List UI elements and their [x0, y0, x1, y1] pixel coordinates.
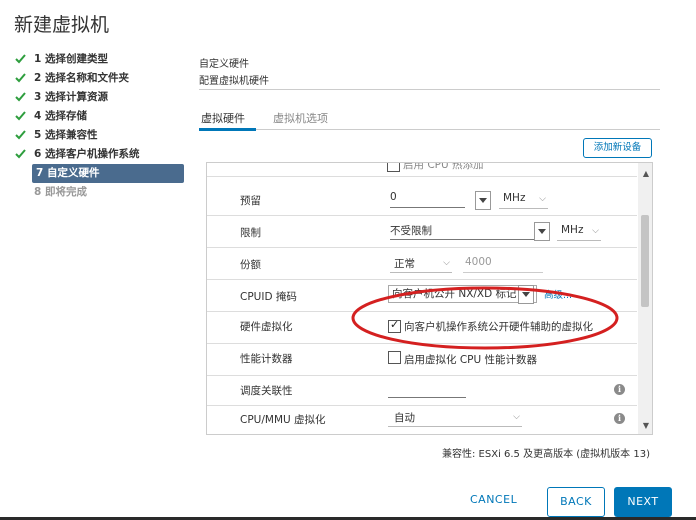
back-button[interactable]: BACK: [547, 487, 605, 517]
shares-value-input[interactable]: 4000: [463, 256, 543, 273]
step-label: 6 选择客户机操作系统: [34, 148, 140, 160]
step-6[interactable]: 6 选择客户机操作系统: [14, 145, 184, 164]
check-icon: [14, 126, 28, 145]
performance-counters-label: 性能计数器: [240, 353, 293, 365]
info-icon[interactable]: i: [614, 384, 625, 395]
step-label: 5 选择兼容性: [34, 129, 98, 141]
shares-level-select[interactable]: 正常 ⌵: [390, 256, 452, 273]
chevron-down-icon: ⌵: [443, 258, 450, 268]
step-label: 2 选择名称和文件夹: [34, 72, 129, 84]
shares-row: 份额 正常 ⌵ 4000: [207, 247, 637, 280]
dialog-title: 新建虚拟机: [14, 14, 110, 36]
scheduling-affinity-label: 调度关联性: [240, 385, 293, 397]
check-icon: [14, 50, 28, 69]
cpu-hot-add-checkbox[interactable]: [387, 163, 400, 172]
step-1[interactable]: 1 选择创建类型: [14, 50, 184, 69]
step-label: 4 选择存储: [34, 110, 87, 122]
add-new-device-button[interactable]: 添加新设备: [583, 138, 652, 158]
limit-value: 不受限制: [390, 225, 432, 237]
cpuid-mask-label: CPUID 掩码: [240, 291, 297, 303]
performance-counters-checkbox-label: 启用虚拟化 CPU 性能计数器: [404, 354, 538, 366]
reservation-label: 预留: [240, 195, 261, 207]
shares-label: 份额: [240, 259, 261, 271]
wizard-steps: 1 选择创建类型 2 选择名称和文件夹 3 选择计算资源 4 选择存储 5 选择…: [14, 50, 184, 202]
next-button[interactable]: NEXT: [614, 487, 672, 517]
section-subtitle: 配置虚拟机硬件: [199, 76, 269, 87]
shares-level: 正常: [394, 258, 415, 270]
cpu-mmu-virtualization-select[interactable]: 自动 ⌵: [388, 410, 522, 427]
reservation-value: 0: [390, 191, 397, 203]
annotation-ellipse: [351, 286, 619, 350]
check-icon: [14, 145, 28, 164]
step-label: 1 选择创建类型: [34, 53, 108, 65]
hardware-virtualization-label: 硬件虚拟化: [240, 321, 293, 333]
info-icon[interactable]: i: [614, 413, 625, 424]
section-divider: [199, 89, 660, 90]
limit-label: 限制: [240, 227, 261, 239]
scroll-up-icon[interactable]: ▲: [643, 169, 649, 178]
reservation-caret-button[interactable]: [475, 191, 491, 210]
check-icon: [14, 107, 28, 126]
tab-bar: 虚拟硬件 虚拟机选项: [199, 103, 660, 131]
cpu-hot-add-label: 启用 CPU 热添加: [403, 162, 484, 171]
performance-counters-checkbox[interactable]: [388, 351, 401, 364]
step-7-active[interactable]: 7 自定义硬件: [32, 164, 184, 183]
limit-input[interactable]: 不受限制: [390, 223, 534, 240]
cpu-mmu-virtualization-row: CPU/MMU 虚拟化 自动 ⌵ i: [207, 405, 637, 434]
step-8: 8 即将完成: [34, 186, 87, 198]
step-3[interactable]: 3 选择计算资源: [14, 88, 184, 107]
shares-value: 4000: [465, 256, 492, 268]
active-tab-indicator: [199, 128, 256, 131]
cpu-hot-add-row: 启用 CPU 热添加: [207, 162, 637, 177]
limit-caret-button[interactable]: [534, 222, 550, 241]
cpu-mmu-virtualization-label: CPU/MMU 虚拟化: [240, 414, 326, 426]
step-2[interactable]: 2 选择名称和文件夹: [14, 69, 184, 88]
close-area: [674, 0, 696, 30]
tab-virtual-hardware[interactable]: 虚拟硬件: [201, 110, 245, 126]
chevron-down-icon: ⌵: [592, 226, 599, 236]
scroll-thumb[interactable]: [641, 215, 649, 307]
step-4[interactable]: 4 选择存储: [14, 107, 184, 126]
reservation-unit-select[interactable]: MHz ⌵: [499, 192, 548, 209]
scheduling-affinity-input[interactable]: [388, 381, 466, 398]
limit-unit: MHz: [561, 224, 584, 236]
chevron-down-icon: ⌵: [513, 412, 520, 422]
chevron-down-icon: ⌵: [539, 194, 546, 204]
scrollbar[interactable]: ▲ ▼: [638, 163, 652, 434]
reservation-unit: MHz: [503, 192, 526, 204]
step-label: 3 选择计算资源: [34, 91, 108, 103]
limit-row: 限制 不受限制 MHz ⌵: [207, 215, 637, 248]
section-title: 自定义硬件: [199, 59, 249, 70]
cancel-button[interactable]: CANCEL: [470, 493, 517, 506]
cpu-mmu-virtualization-value: 自动: [394, 412, 415, 424]
tab-vm-options[interactable]: 虚拟机选项: [273, 110, 328, 126]
check-icon: [14, 88, 28, 107]
scroll-down-icon[interactable]: ▼: [643, 421, 649, 430]
step-5[interactable]: 5 选择兼容性: [14, 126, 184, 145]
reservation-row: 预留 0 MHz ⌵: [207, 183, 637, 216]
reservation-input[interactable]: 0: [390, 191, 465, 208]
compatibility-text: 兼容性: ESXi 6.5 及更高版本 (虚拟机版本 13): [442, 449, 650, 460]
limit-unit-select[interactable]: MHz ⌵: [557, 224, 601, 241]
scheduling-affinity-row: 调度关联性 i: [207, 375, 637, 406]
check-icon: [14, 69, 28, 88]
